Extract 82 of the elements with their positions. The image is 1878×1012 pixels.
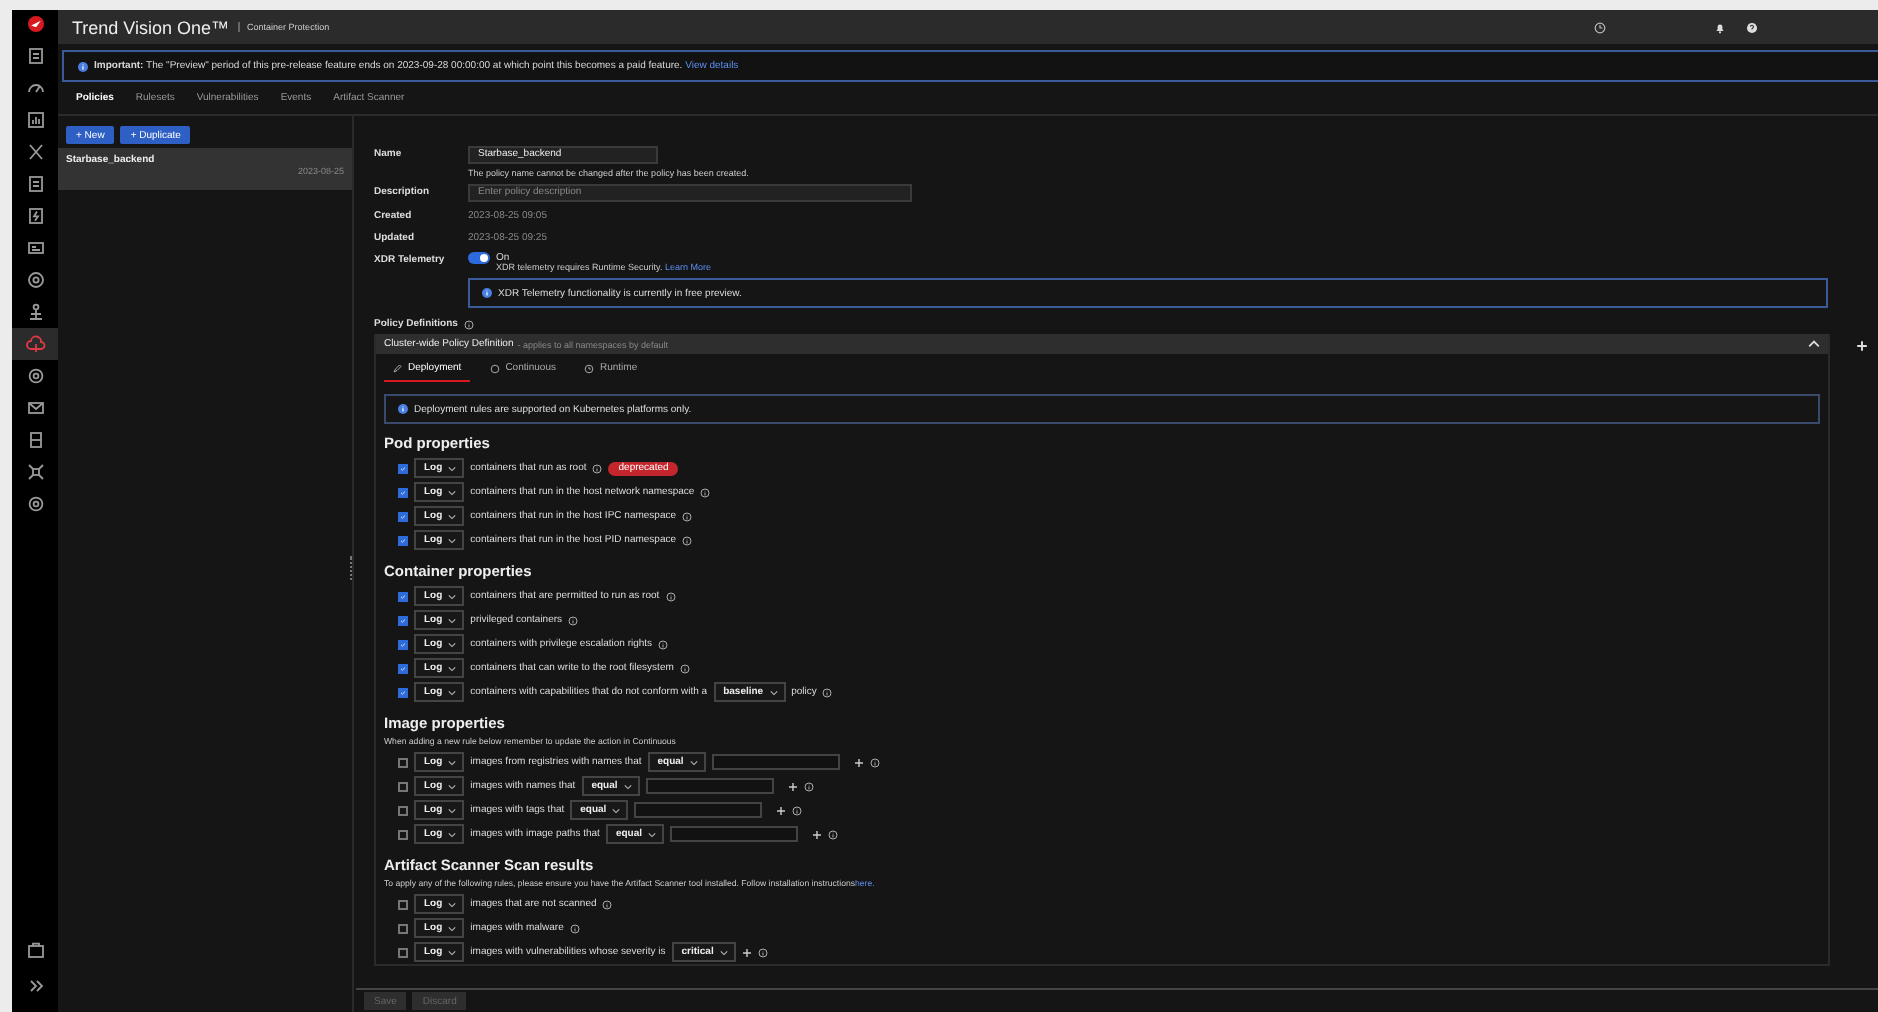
add-icon[interactable]: [1856, 340, 1868, 352]
chevron-down-icon: [448, 783, 457, 789]
clock-icon[interactable]: [1594, 21, 1606, 33]
value-field[interactable]: [711, 754, 840, 770]
chevron-down-icon: [448, 641, 457, 647]
chevron-down-icon: [769, 689, 778, 695]
info-icon: [828, 829, 838, 839]
checkbox[interactable]: [398, 923, 408, 933]
logo-icon[interactable]: [27, 16, 43, 32]
checkbox[interactable]: [398, 535, 408, 545]
cloud-icon[interactable]: [12, 328, 58, 360]
checkbox[interactable]: [398, 463, 408, 473]
chevron-down-icon: [448, 689, 457, 695]
info-icon: [682, 511, 693, 521]
chevron-down-icon: [689, 759, 698, 765]
chevron-down-icon: [612, 807, 621, 813]
checkbox[interactable]: [398, 947, 408, 957]
chevron-down-icon: [448, 759, 457, 765]
chevron-down-icon: [448, 593, 457, 599]
chevron-down-icon: [448, 513, 457, 519]
checkbox[interactable]: [398, 829, 408, 839]
checkbox[interactable]: [398, 687, 408, 697]
briefcase-icon[interactable]: [25, 940, 45, 960]
checkbox[interactable]: [398, 591, 408, 601]
info-icon: [665, 591, 676, 601]
checkbox[interactable]: [398, 487, 408, 497]
resize-handle[interactable]: [350, 556, 356, 580]
checkbox[interactable]: [398, 899, 408, 909]
add-icon[interactable]: [812, 829, 822, 839]
chevron-down-icon: [448, 617, 457, 623]
caret-up-icon[interactable]: [1808, 340, 1820, 348]
info-icon: [592, 463, 603, 473]
add-icon[interactable]: [741, 947, 752, 957]
info-icon: [792, 805, 803, 815]
pencil-icon: [392, 363, 402, 373]
chevron-down-icon: [448, 537, 457, 543]
value-field[interactable]: [645, 778, 774, 794]
info-icon: [757, 947, 768, 957]
info-icon: [822, 687, 833, 697]
toggle-switch[interactable]: [468, 252, 490, 264]
bell-icon[interactable]: [1714, 21, 1726, 33]
chevron-down-icon: [448, 949, 457, 955]
checkbox[interactable]: [398, 639, 408, 649]
chevron-down-icon: [648, 831, 656, 837]
chevron-down-icon: [448, 807, 457, 813]
chevron-down-icon: [448, 925, 457, 931]
clock-icon: [583, 363, 594, 373]
double-chevron-icon[interactable]: [25, 976, 45, 996]
info-icon: [78, 61, 88, 71]
info-icon: [679, 663, 690, 673]
value-field[interactable]: [670, 826, 798, 842]
chevron-down-icon: [448, 831, 457, 837]
chevron-down-icon: [719, 949, 728, 955]
help-icon[interactable]: [1746, 21, 1758, 33]
chevron-down-icon: [448, 465, 457, 471]
checkbox[interactable]: [398, 805, 408, 815]
checkbox[interactable]: [398, 757, 408, 767]
add-icon[interactable]: [853, 757, 864, 767]
info-icon: [568, 615, 579, 625]
checkbox[interactable]: [398, 663, 408, 673]
checkbox[interactable]: [398, 511, 408, 521]
info-icon: [658, 639, 669, 649]
circle-icon: [489, 363, 500, 373]
checkbox[interactable]: [398, 781, 408, 791]
chevron-down-icon: [448, 901, 457, 907]
add-icon[interactable]: [787, 781, 798, 791]
chevron-down-icon: [623, 783, 632, 789]
info-icon: [398, 404, 408, 414]
info-icon: [682, 535, 693, 545]
info-icon: [803, 781, 814, 791]
info-icon: [463, 319, 474, 329]
info-icon: [569, 923, 580, 933]
add-icon[interactable]: [776, 805, 787, 815]
info-icon: [482, 288, 492, 298]
info-icon: [602, 899, 613, 909]
chevron-down-icon: [448, 489, 457, 495]
product-title: Trend Vision One™: [72, 17, 230, 37]
value-field[interactable]: [634, 802, 763, 818]
info-icon: [869, 757, 880, 767]
chevron-down-icon: [448, 665, 457, 671]
checkbox[interactable]: [398, 615, 408, 625]
info-icon: [700, 487, 711, 497]
